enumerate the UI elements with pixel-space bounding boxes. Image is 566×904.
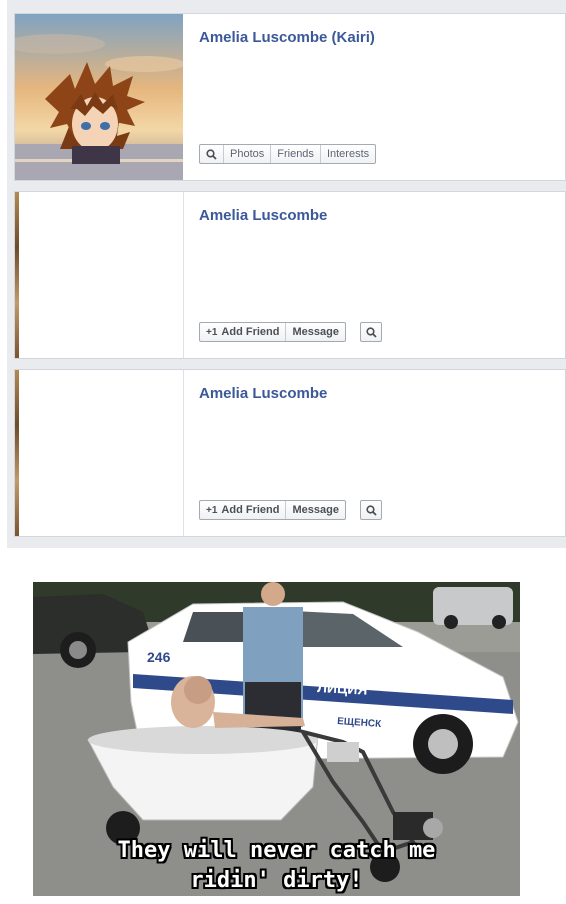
profile-action-group: +1 Add Friend Message [199, 500, 346, 520]
profile-photo[interactable] [15, 192, 184, 358]
interests-button[interactable]: Interests [319, 145, 375, 163]
meme-caption-line-1: They will never catch me [117, 838, 436, 863]
profile-name-link[interactable]: Amelia Luscombe (Kairi) [199, 29, 375, 46]
photo-edge [15, 370, 19, 536]
search-icon [206, 148, 217, 160]
search-button[interactable] [360, 500, 382, 520]
car-text: ЛИЦИЯ [317, 679, 368, 698]
add-friend-label: Add Friend [221, 504, 280, 516]
message-button[interactable]: Message [285, 323, 344, 341]
meme-caption-line-2: ridin' dirty! [190, 868, 363, 893]
anime-character-avatar-icon [15, 14, 183, 180]
add-friend-icon: +1 [206, 504, 218, 516]
car-number: 246 [147, 649, 171, 665]
search-icon [365, 326, 377, 338]
search-icon [365, 504, 377, 516]
profile-photo[interactable] [15, 14, 183, 180]
profile-card: Amelia Luscombe (Kairi) Photos Friends I… [14, 13, 566, 181]
profile-action-group: Photos Friends Interests [199, 144, 377, 164]
profile-action-group: +1 Add Friend Message [199, 322, 346, 342]
search-button[interactable] [360, 322, 382, 342]
search-button[interactable] [200, 145, 223, 163]
meme-image: 246 ЛИЦИЯ ЕЩЕНСК They will never catch m… [33, 582, 520, 896]
profile-card: Amelia Luscombe +1 Add Friend Message [14, 191, 566, 359]
photo-edge [15, 192, 19, 358]
friends-button[interactable]: Friends [270, 145, 320, 163]
profile-card: Amelia Luscombe +1 Add Friend Message [14, 369, 566, 537]
profile-name-link[interactable]: Amelia Luscombe [199, 385, 327, 402]
profile-name-link[interactable]: Amelia Luscombe [199, 207, 327, 224]
add-friend-button[interactable]: +1 Add Friend [200, 323, 285, 341]
add-friend-icon: +1 [206, 326, 218, 338]
add-friend-label: Add Friend [221, 326, 280, 338]
profile-photo[interactable] [15, 370, 184, 536]
message-button[interactable]: Message [285, 501, 344, 519]
add-friend-button[interactable]: +1 Add Friend [200, 501, 285, 519]
photos-button[interactable]: Photos [223, 145, 270, 163]
